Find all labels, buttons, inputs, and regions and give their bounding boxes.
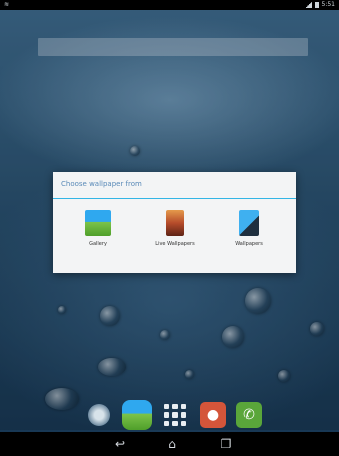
all-apps-icon[interactable] [164,404,186,426]
person-icon: ● [206,407,220,423]
status-bar: ≋ 5:51 [0,0,339,10]
back-icon[interactable]: ↩ [108,436,132,452]
handset-icon: ✆ [243,407,255,423]
wifi-icon: ≋ [4,1,10,8]
phone-icon[interactable]: ✆ [236,402,262,428]
battery-icon [314,1,319,8]
gallery-icon[interactable] [122,400,152,430]
wallpapers-icon [239,210,259,236]
dock: ● ✆ [80,398,270,432]
home-icon[interactable]: ⌂ [160,436,184,452]
browser-icon[interactable] [88,404,110,426]
status-time: 5:51 [321,1,335,8]
wallpaper-chooser-dialog: Choose wallpaper from Gallery Live Wallp… [53,172,296,273]
dialog-divider [53,198,296,199]
option-wallpapers[interactable]: Wallpapers [219,210,279,265]
option-label: Wallpapers [235,241,263,247]
recents-icon[interactable]: ❐ [214,436,238,452]
dialog-title: Choose wallpaper from [61,180,142,188]
live-wallpapers-icon [166,210,184,236]
option-gallery[interactable]: Gallery [68,210,128,265]
gallery-icon [85,210,111,236]
signal-icon [304,1,312,8]
contacts-icon[interactable]: ● [200,402,226,428]
option-live-wallpapers[interactable]: Live Wallpapers [145,210,205,265]
option-label: Gallery [89,241,107,247]
status-icons: 5:51 [304,1,335,8]
option-label: Live Wallpapers [155,241,195,247]
navigation-bar: ↩ ⌂ ❐ [0,432,339,456]
